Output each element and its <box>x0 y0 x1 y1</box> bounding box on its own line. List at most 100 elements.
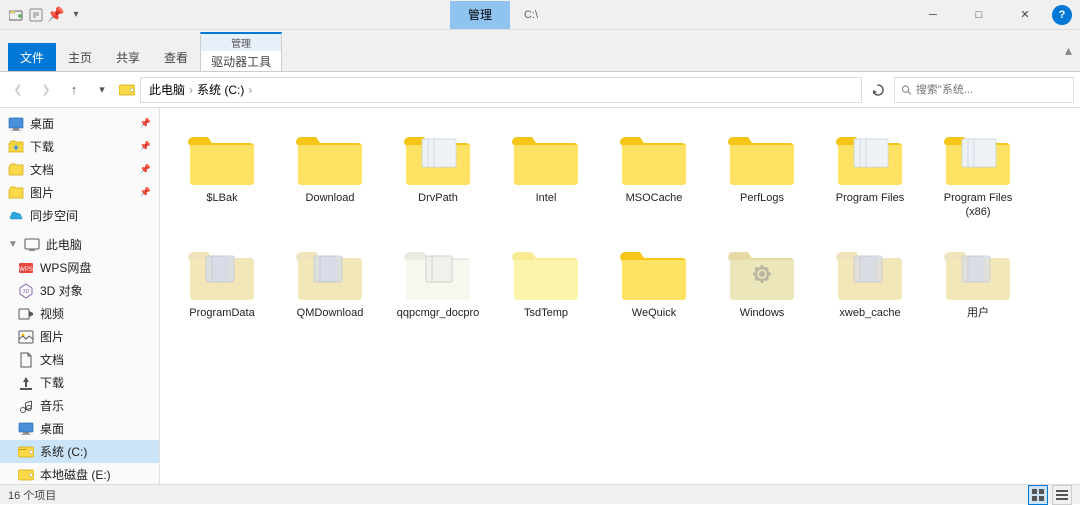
manage-section-label: 管理 <box>200 32 282 51</box>
folder-xweb-cache-label: xweb_cache <box>839 306 900 320</box>
recent-dropdown-button[interactable]: ▾ <box>90 78 114 102</box>
folder-programdata-label: ProgramData <box>189 306 254 320</box>
folder-download[interactable]: Download <box>280 120 380 227</box>
e-drive-icon <box>18 467 34 483</box>
folder-programfiles-x86-label: Program Files (x86) <box>933 191 1023 220</box>
close-button[interactable]: ✕ <box>1002 0 1048 30</box>
sidebar-item-video[interactable]: 视频 <box>0 302 159 325</box>
manage-tab[interactable]: 管理 <box>450 1 510 29</box>
sidebar-label-desktop2: 桌面 <box>40 420 64 437</box>
sidebar-label-downloads: 下载 <box>30 138 54 155</box>
sidebar-item-c-drive[interactable]: 系统 (C:) <box>0 440 159 463</box>
3d-icon: 3D <box>18 283 34 299</box>
folder-tsdtemp-label: TsdTemp <box>524 306 568 320</box>
folder-programfiles-x86[interactable]: Program Files (x86) <box>928 120 1028 227</box>
content-area: $LBak Download <box>160 108 1080 484</box>
forward-button[interactable]: ❯ <box>34 78 58 102</box>
sidebar-item-wps[interactable]: WPS WPS网盘 <box>0 256 159 279</box>
folder-intel[interactable]: Intel <box>496 120 596 227</box>
folder-slbak-label: $LBak <box>206 191 237 205</box>
view-grid-button[interactable] <box>1028 485 1048 505</box>
folder-xweb-cache[interactable]: xweb_cache <box>820 235 920 327</box>
wps-icon: WPS <box>18 260 34 276</box>
tab-view[interactable]: 查看 <box>152 43 200 71</box>
sidebar-item-desktop[interactable]: 桌面 📌 <box>0 112 159 135</box>
folder-qmdownload[interactable]: QMDownload <box>280 235 380 327</box>
folder-perflogs[interactable]: PerfLogs <box>712 120 812 227</box>
sidebar-label-pictures2: 图片 <box>40 328 64 345</box>
sidebar-label-downloads2: 下载 <box>40 374 64 391</box>
titlebar: 📌 ▾ 管理 C:\ ─ □ ✕ ? <box>0 0 1080 30</box>
sidebar-item-documents[interactable]: 文档 📌 <box>0 158 159 181</box>
folder-wequick[interactable]: WeQuick <box>604 235 704 327</box>
sidebar-item-desktop2[interactable]: 桌面 <box>0 417 159 440</box>
desktop2-icon <box>18 421 34 437</box>
search-box[interactable] <box>894 77 1074 103</box>
folder-windows[interactable]: Windows <box>712 235 812 327</box>
new-folder-icon[interactable] <box>8 7 24 23</box>
folder-tsdtemp[interactable]: TsdTemp <box>496 235 596 327</box>
folder-drvpath[interactable]: DrvPath <box>388 120 488 227</box>
tab-home[interactable]: 主页 <box>56 43 104 71</box>
sidebar-item-3d[interactable]: 3D 3D 对象 <box>0 279 159 302</box>
dropdown-icon[interactable]: ▾ <box>68 7 84 23</box>
folder-grid: $LBak Download <box>172 120 1068 327</box>
sidebar: 桌面 📌 下载 📌 文档 📌 图片 📌 <box>0 108 160 484</box>
folder-slbak[interactable]: $LBak <box>172 120 272 227</box>
statusbar-right <box>1028 485 1072 505</box>
tab-share[interactable]: 共享 <box>104 43 152 71</box>
properties-icon[interactable] <box>28 7 44 23</box>
folder-windows-label: Windows <box>740 306 785 320</box>
video-icon <box>18 306 34 322</box>
breadcrumb[interactable]: 此电脑 › 系统 (C:) › <box>140 77 862 103</box>
folder-programfiles[interactable]: Program Files <box>820 120 920 227</box>
folder-programdata[interactable]: ProgramData <box>172 235 272 327</box>
c-drive-icon <box>18 444 34 460</box>
statusbar: 16 个项目 <box>0 484 1080 504</box>
minimize-button[interactable]: ─ <box>910 0 956 30</box>
titlebar-icons: 📌 ▾ <box>8 7 84 23</box>
sidebar-item-downloads[interactable]: 下载 📌 <box>0 135 159 158</box>
sidebar-label-3d: 3D 对象 <box>40 282 83 299</box>
info-button[interactable]: ? <box>1052 5 1072 25</box>
computer-icon <box>24 237 40 253</box>
ribbon-right: ▴ <box>1065 30 1072 71</box>
tab-file[interactable]: 文件 <box>8 43 56 71</box>
maximize-button[interactable]: □ <box>956 0 1002 30</box>
folder-wequick-label: WeQuick <box>632 306 676 320</box>
pictures-folder-icon <box>8 185 24 201</box>
sidebar-item-onedrive[interactable]: 同步空间 <box>0 204 159 227</box>
search-icon <box>901 84 912 96</box>
sidebar-item-e-drive[interactable]: 本地磁盘 (E:) <box>0 463 159 484</box>
back-button[interactable]: ❮ <box>6 78 30 102</box>
search-input[interactable] <box>916 84 1067 96</box>
pin-icon[interactable]: 📌 <box>48 7 64 23</box>
sidebar-label-documents: 文档 <box>30 161 54 178</box>
folder-user[interactable]: 用户 <box>928 235 1028 327</box>
qr-label: C:\ <box>518 7 544 23</box>
addressbar: ❮ ❯ ↑ ▾ 此电脑 › 系统 (C:) › <box>0 72 1080 108</box>
folder-drvpath-label: DrvPath <box>418 191 458 205</box>
sidebar-item-pictures2[interactable]: 图片 <box>0 325 159 348</box>
breadcrumb-c-drive[interactable]: 系统 (C:) <box>197 81 244 98</box>
folder-msocache[interactable]: MSOCache <box>604 120 704 227</box>
refresh-button[interactable] <box>866 78 890 102</box>
downloads2-icon <box>18 375 34 391</box>
sidebar-item-pictures[interactable]: 图片 📌 <box>0 181 159 204</box>
breadcrumb-thispc[interactable]: 此电脑 <box>149 81 185 98</box>
sidebar-label-pictures: 图片 <box>30 184 54 201</box>
sidebar-label-documents2: 文档 <box>40 351 64 368</box>
folder-qqpcmgr-label: qqpcmgr_docpro <box>397 306 480 320</box>
sidebar-label-music: 音乐 <box>40 397 64 414</box>
drive-icon <box>118 81 136 99</box>
sidebar-item-music[interactable]: 音乐 <box>0 394 159 417</box>
folder-qqpcmgr[interactable]: qqpcmgr_docpro <box>388 235 488 327</box>
ribbon-collapse-btn[interactable]: ▴ <box>1065 42 1072 59</box>
tab-drive-tools[interactable]: 驱动器工具 <box>200 51 282 71</box>
folder-intel-label: Intel <box>536 191 557 205</box>
sidebar-item-downloads2[interactable]: 下载 <box>0 371 159 394</box>
sidebar-item-thispc-header[interactable]: ▼ 此电脑 <box>0 233 159 256</box>
sidebar-item-documents2[interactable]: 文档 <box>0 348 159 371</box>
view-list-button[interactable] <box>1052 485 1072 505</box>
up-button[interactable]: ↑ <box>62 78 86 102</box>
